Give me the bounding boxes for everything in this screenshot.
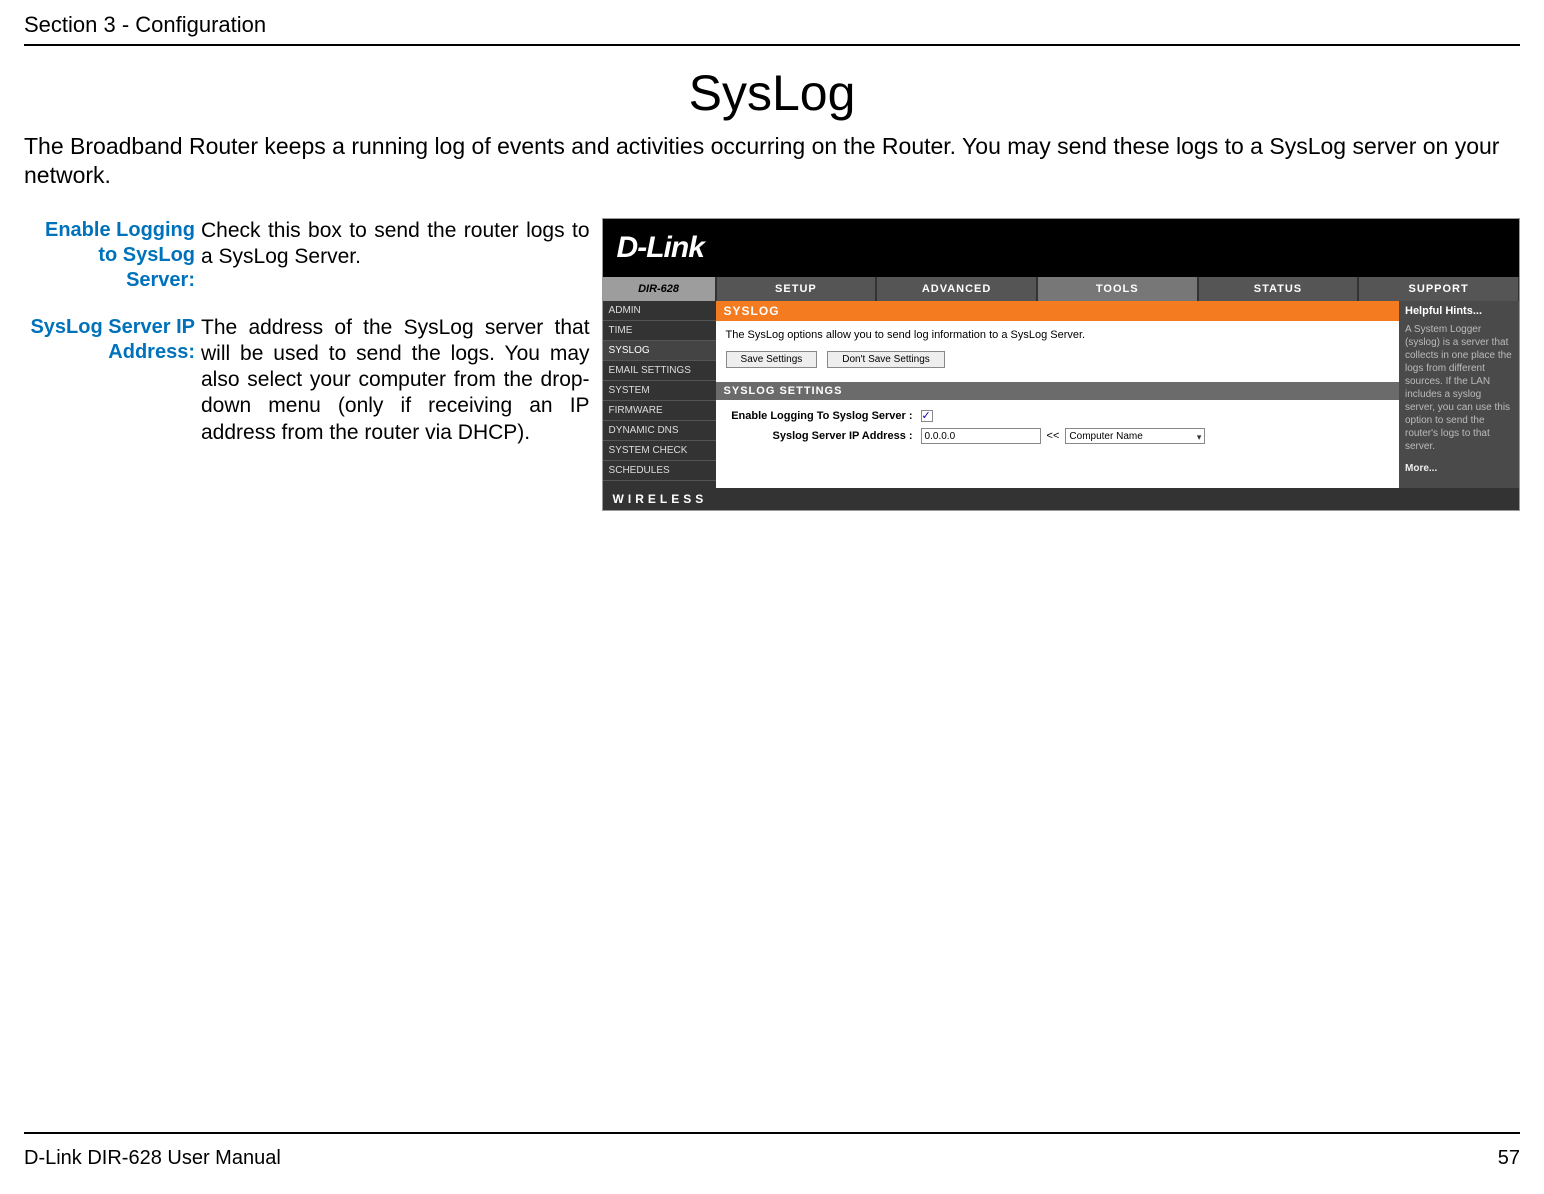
settings-title-bar: SYSLOG SETTINGS bbox=[716, 382, 1399, 400]
sidebar-item-firmware[interactable]: FIRMWARE bbox=[603, 401, 716, 421]
enable-label: Enable Logging To Syslog Server : bbox=[726, 410, 921, 422]
tab-tools[interactable]: TOOLS bbox=[1037, 277, 1198, 301]
sidebar-item-time[interactable]: TIME bbox=[603, 321, 716, 341]
wireless-bar: WIRELESS bbox=[603, 488, 1519, 510]
hints-body: A System Logger (syslog) is a server tha… bbox=[1399, 319, 1519, 457]
sidebar-item-admin[interactable]: ADMIN bbox=[603, 301, 716, 321]
sidebar-item-email[interactable]: EMAIL SETTINGS bbox=[603, 361, 716, 381]
brand-logo: D-Link bbox=[617, 231, 704, 265]
definition-text: Check this box to send the router logs t… bbox=[201, 218, 590, 293]
section-header: Section 3 - Configuration bbox=[0, 0, 1544, 44]
sidebar-item-schedules[interactable]: SCHEDULES bbox=[603, 461, 716, 481]
page-title: SysLog bbox=[0, 64, 1544, 122]
footer-left: D-Link DIR-628 User Manual bbox=[24, 1147, 281, 1170]
definition-text: The address of the SysLog server that wi… bbox=[201, 315, 590, 446]
tab-advanced[interactable]: ADVANCED bbox=[876, 277, 1037, 301]
computer-select[interactable]: Computer Name bbox=[1065, 428, 1205, 444]
model-cell: DIR-628 bbox=[603, 277, 716, 301]
footer-rule bbox=[24, 1132, 1520, 1134]
brand-bar: D-Link bbox=[603, 219, 1519, 277]
save-button[interactable]: Save Settings bbox=[726, 351, 818, 368]
hints-header: Helpful Hints... bbox=[1399, 301, 1519, 319]
hints-column: Helpful Hints... A System Logger (syslog… bbox=[1399, 301, 1519, 488]
cancel-button[interactable]: Don't Save Settings bbox=[827, 351, 945, 368]
panel-title-bar: SYSLOG bbox=[716, 301, 1399, 321]
main-panel: SYSLOG The SysLog options allow you to s… bbox=[716, 301, 1399, 488]
definition-label: SysLog Server IP Address: bbox=[24, 315, 201, 446]
sidebar-item-system[interactable]: SYSTEM bbox=[603, 381, 716, 401]
sidebar-item-systemcheck[interactable]: SYSTEM CHECK bbox=[603, 441, 716, 461]
tab-setup[interactable]: SETUP bbox=[716, 277, 877, 301]
tab-support[interactable]: SUPPORT bbox=[1358, 277, 1519, 301]
ip-input[interactable]: 0.0.0.0 bbox=[921, 428, 1041, 444]
sidebar-item-syslog[interactable]: SYSLOG bbox=[603, 341, 716, 361]
sidebar: ADMIN TIME SYSLOG EMAIL SETTINGS SYSTEM … bbox=[603, 301, 716, 488]
hints-more-link[interactable]: More... bbox=[1399, 457, 1519, 480]
definition-row: SysLog Server IP Address: The address of… bbox=[24, 315, 590, 446]
definition-row: Enable Logging to SysLog Server: Check t… bbox=[24, 218, 590, 293]
nav-tab-row: DIR-628 SETUP ADVANCED TOOLS STATUS SUPP… bbox=[603, 277, 1519, 301]
definition-label: Enable Logging to SysLog Server: bbox=[24, 218, 201, 293]
intro-text: The Broadband Router keeps a running log… bbox=[24, 132, 1520, 190]
ip-separator: << bbox=[1047, 430, 1060, 442]
definition-list: Enable Logging to SysLog Server: Check t… bbox=[24, 218, 590, 511]
footer-page-number: 57 bbox=[1498, 1147, 1520, 1170]
tab-status[interactable]: STATUS bbox=[1198, 277, 1359, 301]
ip-label: Syslog Server IP Address : bbox=[726, 430, 921, 442]
sidebar-item-ddns[interactable]: DYNAMIC DNS bbox=[603, 421, 716, 441]
router-screenshot: D-Link DIR-628 SETUP ADVANCED TOOLS STAT… bbox=[602, 218, 1520, 511]
panel-description: The SysLog options allow you to send log… bbox=[716, 321, 1399, 345]
header-rule bbox=[24, 44, 1520, 46]
enable-checkbox[interactable] bbox=[921, 410, 933, 422]
